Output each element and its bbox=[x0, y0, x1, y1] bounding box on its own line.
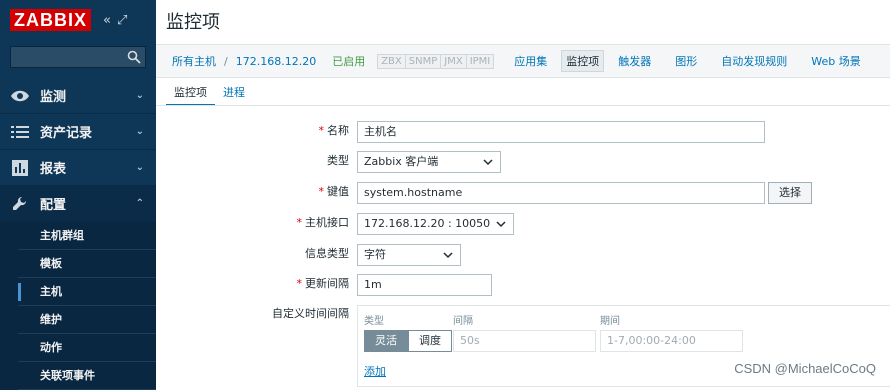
column-header-period: 期间 bbox=[600, 316, 620, 327]
key-select-button[interactable]: 选择 bbox=[768, 182, 812, 204]
breadcrumb-all-hosts[interactable]: 所有主机 bbox=[172, 53, 216, 69]
add-interval-link[interactable]: 添加 bbox=[364, 363, 386, 379]
menu-item-configuration[interactable]: 配置 ⌃ bbox=[0, 186, 156, 222]
type-select[interactable]: Zabbix 客户端 bbox=[357, 151, 501, 173]
submenu-item-templates[interactable]: 模板 bbox=[18, 250, 156, 278]
main-content: 监控项 所有主机 / 172.168.12.20 已启用 ZBX SNMP JM… bbox=[156, 0, 890, 390]
submenu-item-maintenance[interactable]: 维护 bbox=[18, 306, 156, 334]
breadcrumb-host[interactable]: 172.168.12.20 bbox=[236, 55, 316, 68]
info-type-label: 信息类型 bbox=[305, 247, 349, 260]
availability-tag-zbx: ZBX bbox=[378, 54, 406, 68]
sidebar-search-input[interactable] bbox=[10, 46, 146, 68]
breadcrumb-separator: / bbox=[224, 54, 228, 68]
chevron-down-icon bbox=[496, 221, 506, 228]
column-header-interval: 间隔 bbox=[453, 316, 473, 327]
chevron-up-icon: ⌃ bbox=[135, 198, 144, 209]
search-icon[interactable] bbox=[127, 50, 141, 64]
submenu-item-hosts[interactable]: 主机 bbox=[18, 278, 156, 306]
interval-field[interactable]: 50s bbox=[453, 330, 596, 352]
link-discovery-rules[interactable]: 自动发现规则 bbox=[717, 51, 791, 71]
menu-item-label: 监测 bbox=[40, 90, 67, 105]
type-label: 类型 bbox=[327, 154, 349, 167]
collapse-sidebar-icon[interactable]: « bbox=[103, 13, 111, 28]
availability-tag-jmx: JMX bbox=[441, 54, 467, 68]
type-select-value: Zabbix 客户端 bbox=[364, 155, 439, 168]
menu-item-reports[interactable]: 报表 ⌄ bbox=[0, 150, 156, 186]
page-title: 监控项 bbox=[166, 12, 220, 33]
interface-label: * 主机接口 bbox=[296, 216, 350, 229]
submenu-item-label: 模板 bbox=[40, 257, 62, 270]
wrench-icon bbox=[10, 195, 30, 213]
logo-row: ZABBIX « ⤢ bbox=[0, 0, 156, 40]
link-triggers[interactable]: 触发器 bbox=[614, 51, 655, 71]
submenu-item-label: 维护 bbox=[40, 313, 62, 326]
submenu-item-label: 主机群组 bbox=[40, 229, 84, 242]
submenu-item-actions[interactable]: 动作 bbox=[18, 334, 156, 362]
availability-tags: ZBX SNMP JMX IPMI bbox=[377, 53, 495, 69]
tab-preprocessing[interactable]: 进程 bbox=[215, 80, 253, 106]
link-graphs[interactable]: 图形 bbox=[671, 51, 701, 71]
info-type-select[interactable]: 字符 bbox=[357, 244, 461, 266]
interval-type-toggle: 灵活 调度 bbox=[364, 330, 452, 352]
interval-type-flexible[interactable]: 灵活 bbox=[364, 330, 408, 352]
menu-item-label: 报表 bbox=[40, 162, 67, 177]
menu-item-label: 资产记录 bbox=[40, 126, 93, 141]
menu-item-monitoring[interactable]: 监测 ⌄ bbox=[0, 78, 156, 114]
tabs-divider bbox=[156, 105, 890, 106]
menu-item-label: 配置 bbox=[40, 198, 67, 213]
configuration-submenu: 主机群组 模板 主机 维护 动作 关联项事件 bbox=[0, 222, 156, 390]
interface-select[interactable]: 172.168.12.20 : 10050 bbox=[357, 213, 514, 235]
kiosk-mode-icon[interactable]: ⤢ bbox=[117, 13, 127, 28]
update-interval-label: * 更新间隔 bbox=[296, 277, 350, 290]
name-field[interactable]: 主机名 bbox=[357, 121, 765, 143]
chevron-down-icon: ⌄ bbox=[135, 90, 144, 101]
host-navigation: 所有主机 / 172.168.12.20 已启用 ZBX SNMP JMX IP… bbox=[156, 44, 890, 78]
link-items[interactable]: 监控项 bbox=[561, 50, 605, 72]
interval-type-scheduling[interactable]: 调度 bbox=[408, 330, 452, 352]
availability-tag-snmp: SNMP bbox=[405, 54, 442, 68]
interface-select-value: 172.168.12.20 : 10050 bbox=[364, 217, 491, 230]
tab-item[interactable]: 监控项 bbox=[166, 80, 215, 106]
submenu-item-correlation[interactable]: 关联项事件 bbox=[18, 362, 156, 390]
sidebar: ZABBIX « ⤢ 监测 ⌄ 资产记录 ⌄ 报表 ⌄ 配置 ⌃ 主机群组 模板… bbox=[0, 0, 156, 390]
eye-icon bbox=[10, 87, 30, 105]
column-header-type: 类型 bbox=[364, 316, 384, 327]
custom-intervals-label: 自定义时间间隔 bbox=[272, 307, 349, 320]
submenu-item-label: 动作 bbox=[40, 341, 62, 354]
name-label: * 名称 bbox=[318, 124, 350, 137]
main-menu: 监测 ⌄ 资产记录 ⌄ 报表 ⌄ 配置 ⌃ 主机群组 模板 主机 维护 动作 关… bbox=[0, 78, 156, 390]
submenu-item-host-groups[interactable]: 主机群组 bbox=[18, 222, 156, 250]
chevron-down-icon bbox=[443, 252, 453, 259]
key-field[interactable]: system.hostname bbox=[357, 182, 765, 204]
submenu-item-label: 关联项事件 bbox=[40, 369, 95, 382]
watermark: CSDN @MichaelCoCoQ bbox=[734, 361, 876, 376]
bar-chart-icon bbox=[10, 159, 30, 177]
chevron-down-icon: ⌄ bbox=[135, 126, 144, 137]
menu-item-inventory[interactable]: 资产记录 ⌄ bbox=[0, 114, 156, 150]
info-type-select-value: 字符 bbox=[364, 248, 386, 261]
chevron-down-icon bbox=[483, 159, 493, 166]
link-web-scenarios[interactable]: Web 场景 bbox=[807, 51, 864, 71]
zabbix-logo[interactable]: ZABBIX bbox=[10, 9, 91, 31]
availability-tag-ipmi: IPMI bbox=[466, 54, 494, 68]
host-status-badge[interactable]: 已启用 bbox=[332, 53, 365, 69]
period-field[interactable]: 1-7,00:00-24:00 bbox=[600, 330, 743, 352]
key-label: * 键值 bbox=[318, 185, 350, 198]
link-applications[interactable]: 应用集 bbox=[510, 51, 551, 71]
submenu-item-label: 主机 bbox=[40, 285, 62, 298]
form-tabs: 监控项 进程 bbox=[166, 80, 253, 106]
update-interval-field[interactable]: 1m bbox=[357, 274, 492, 296]
list-icon bbox=[10, 123, 30, 141]
chevron-down-icon: ⌄ bbox=[135, 162, 144, 173]
